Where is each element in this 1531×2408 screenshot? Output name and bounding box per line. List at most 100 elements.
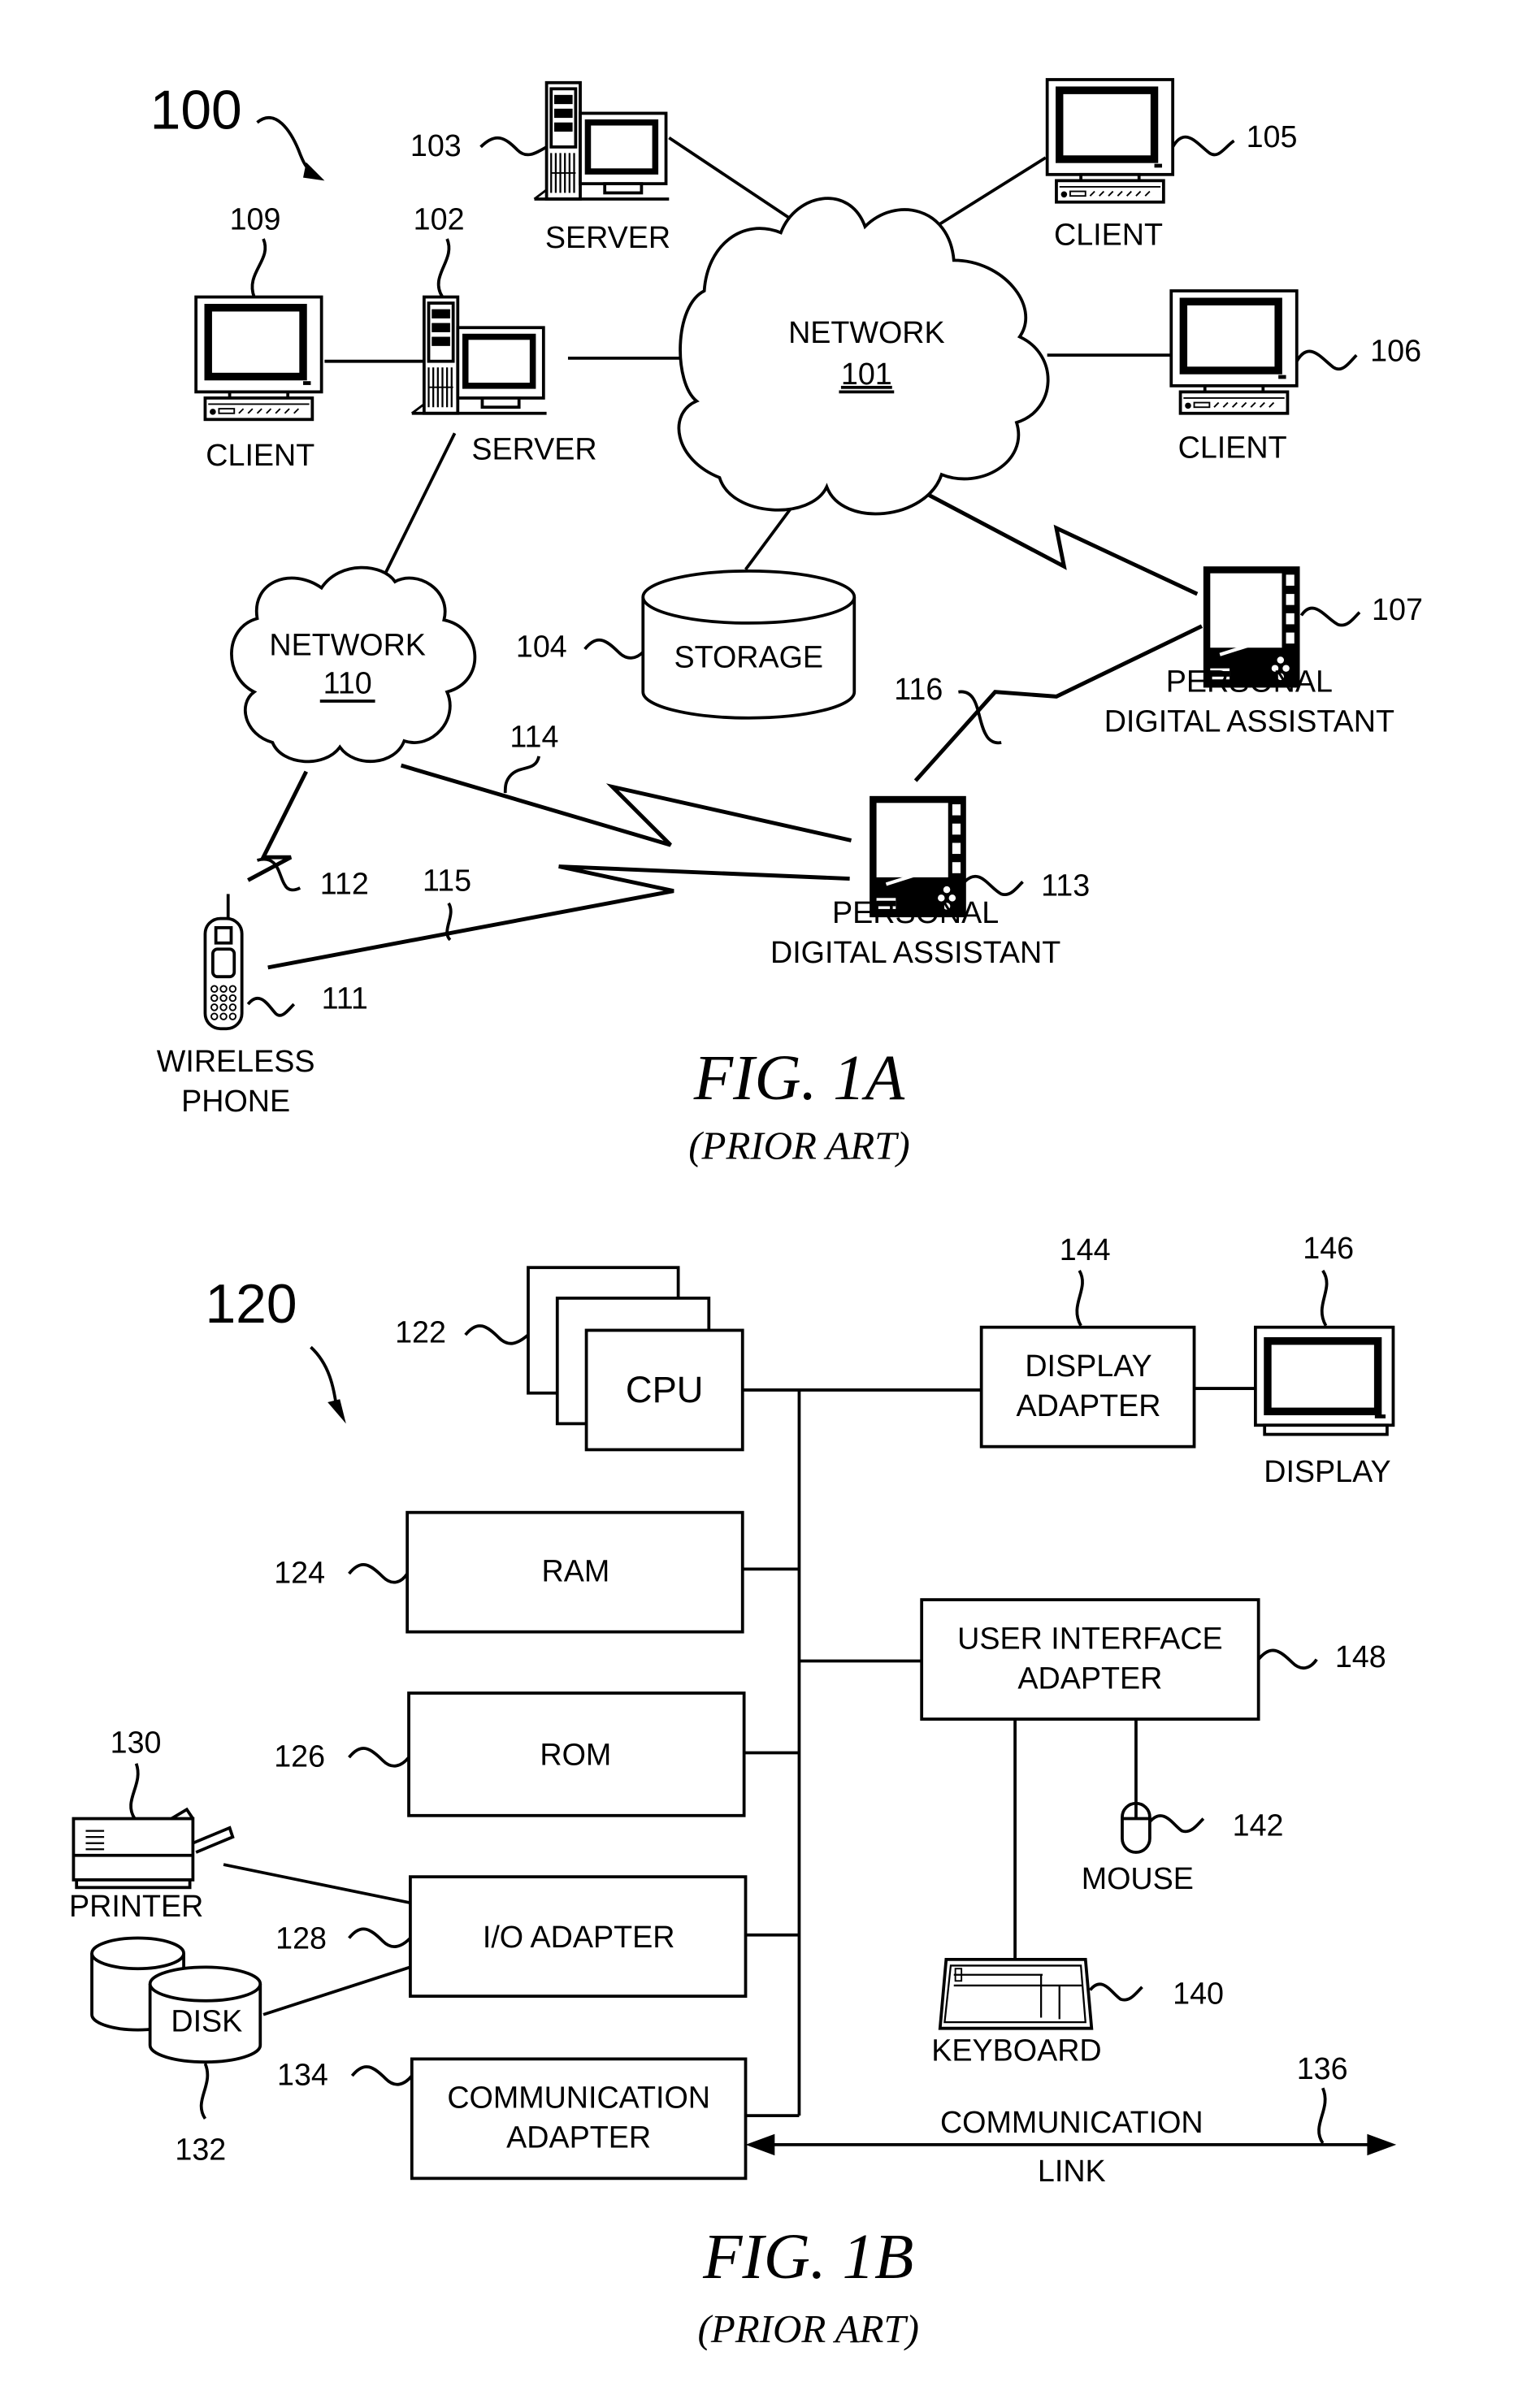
ref-144: 144 [1060, 1232, 1111, 1267]
figure-1a-subcaption: (PRIOR ART) [688, 1123, 909, 1167]
cloud-shape [230, 565, 477, 764]
leader-144 [1075, 1270, 1084, 1327]
leader-136 [1317, 2087, 1327, 2145]
mouse-142[interactable]: 142 MOUSE [1082, 1801, 1284, 1896]
cpu-122[interactable]: CPU 122 [395, 1266, 744, 1452]
display-146[interactable]: 146 DISPLAY 146 [1253, 1231, 1395, 1488]
ref-109: 109 [230, 202, 281, 236]
io-adapter-128[interactable]: I/O ADAPTER 128 [275, 1875, 748, 1999]
leader-104 [583, 638, 644, 660]
leader-106 [1295, 349, 1358, 370]
leader-124 [348, 1563, 409, 1584]
display-monitor-icon [1253, 1325, 1395, 1436]
ui-adapter-label-line1: USER INTERFACE [957, 1621, 1223, 1655]
rom-126[interactable]: ROM 126 [274, 1691, 746, 1817]
leader-146 [1320, 1269, 1329, 1327]
storage-104[interactable]: STORAGE 104 [516, 569, 857, 720]
ref-arrow-100 [256, 115, 315, 176]
leader-116 [958, 690, 1002, 745]
wireless-phone-111[interactable]: 111 WIRELESS PHONE [157, 894, 368, 1118]
display-label-text: DISPLAY [1264, 1454, 1390, 1488]
ref-113: 113 [1041, 868, 1090, 902]
leader-142 [1148, 1814, 1205, 1834]
comm-adapter-box [410, 2057, 748, 2181]
comm-link-label-line2: LINK [1038, 2154, 1106, 2188]
communication-adapter-134[interactable]: COMMUNICATION ADAPTER 134 [277, 2057, 748, 2181]
cpu-label: CPU [626, 1369, 703, 1410]
leader-132 [199, 2063, 210, 2120]
mouse-label: MOUSE [1082, 1861, 1194, 1895]
ref-132: 132 [175, 2133, 226, 2167]
comm-link-label-line1: COMMUNICATION [940, 2105, 1204, 2139]
leader-140 [1088, 1982, 1143, 2002]
ref-116: 116 [894, 672, 943, 706]
cylinder-top [641, 569, 857, 625]
client-109[interactable]: 109 CLIENT [196, 202, 321, 472]
ref-126: 126 [274, 1739, 325, 1773]
figure-1b-subcaption: (PRIOR ART) [698, 2306, 919, 2351]
link-server102-network110 [381, 432, 457, 580]
ref-105: 105 [1247, 119, 1298, 154]
leader-122 [464, 1324, 530, 1345]
disk-label: DISK [171, 2003, 242, 2038]
printer-130[interactable]: PRINTER 130 [69, 1726, 235, 1924]
ref-104: 104 [516, 629, 567, 663]
leader-114 [503, 756, 541, 794]
network-101-label: NETWORK [788, 315, 945, 349]
ref-106: 106 [1370, 334, 1421, 368]
leader-134 [350, 2065, 414, 2086]
server-icon [535, 83, 670, 199]
wireless-link-network101-pda107 [926, 492, 1199, 596]
ref-115: 115 [423, 864, 471, 898]
display-adapter-box [979, 1325, 1196, 1449]
network-101[interactable]: NETWORK 101 [677, 197, 1050, 516]
network-110[interactable]: NETWORK 110 [230, 565, 477, 764]
ref-136: 136 [1297, 2051, 1348, 2085]
server-icon [412, 297, 547, 414]
leader-111 [246, 996, 296, 1017]
rom-label: ROM [540, 1738, 611, 1772]
comm-adapter-label-line1: COMMUNICATION [447, 2081, 710, 2115]
ref-134: 134 [277, 2057, 328, 2091]
ref-102: 102 [414, 202, 465, 236]
communication-link-136[interactable]: COMMUNICATION LINK 136 [745, 2051, 1397, 2188]
ref-111: 111 [322, 981, 368, 1016]
keyboard-icon [938, 1958, 1094, 2030]
keyboard-140[interactable]: 140 KEYBOARD [931, 1958, 1224, 2067]
figure-1b: 120 CPU 122 RAM 124 ROM 126 I/O ADAPTER … [69, 1231, 1397, 2351]
printer-icon [72, 1807, 235, 1890]
leader-126 [348, 1747, 410, 1768]
display-adapter-label-line2: ADAPTER [1017, 1388, 1161, 1423]
leader-102 [436, 238, 451, 298]
network-110-label: NETWORK [269, 627, 426, 661]
client-105-label: CLIENT [1054, 217, 1163, 251]
pda-107-label-line2: DIGITAL ASSISTANT [1104, 704, 1394, 738]
client-109-label: CLIENT [206, 438, 314, 472]
client-computer-icon [196, 297, 321, 420]
ref-146: 146 [1303, 1231, 1354, 1265]
pda-113[interactable]: 113 PERSONAL DIGITAL ASSISTANT [770, 796, 1090, 969]
leader-148 [1257, 1648, 1318, 1670]
disk-132[interactable]: DISK 132 [90, 1936, 262, 2167]
display-adapter-label-line1: DISPLAY [1025, 1349, 1152, 1383]
ram-124[interactable]: RAM 124 [274, 1510, 744, 1634]
ref-148: 148 [1335, 1639, 1386, 1674]
io-adapter-label: I/O ADAPTER [483, 1920, 675, 1954]
comm-adapter-label-line2: ADAPTER [506, 2120, 651, 2155]
leader-103 [479, 136, 548, 157]
phone-label-line2: PHONE [181, 1084, 290, 1118]
ref-107: 107 [1372, 592, 1423, 626]
pda-113-label-line1: PERSONAL [832, 895, 999, 929]
ref-103: 103 [410, 128, 462, 162]
system-ref-100: 100 [150, 80, 242, 141]
user-interface-adapter-148[interactable]: USER INTERFACE ADAPTER 148 [920, 1598, 1386, 1721]
client-106[interactable]: 106 CLIENT [1171, 291, 1421, 464]
pda-113-label-line2: DIGITAL ASSISTANT [770, 935, 1060, 969]
leader-109 [250, 238, 267, 298]
display-adapter-144[interactable]: DISPLAY ADAPTER 144 [979, 1232, 1196, 1449]
figure-1a-caption: FIG. 1A [693, 1042, 905, 1114]
ram-label: RAM [542, 1553, 610, 1587]
client-105[interactable]: 105 CLIENT [1047, 80, 1298, 252]
arrowhead-left-icon [745, 2133, 775, 2156]
ref-124: 124 [274, 1555, 325, 1589]
